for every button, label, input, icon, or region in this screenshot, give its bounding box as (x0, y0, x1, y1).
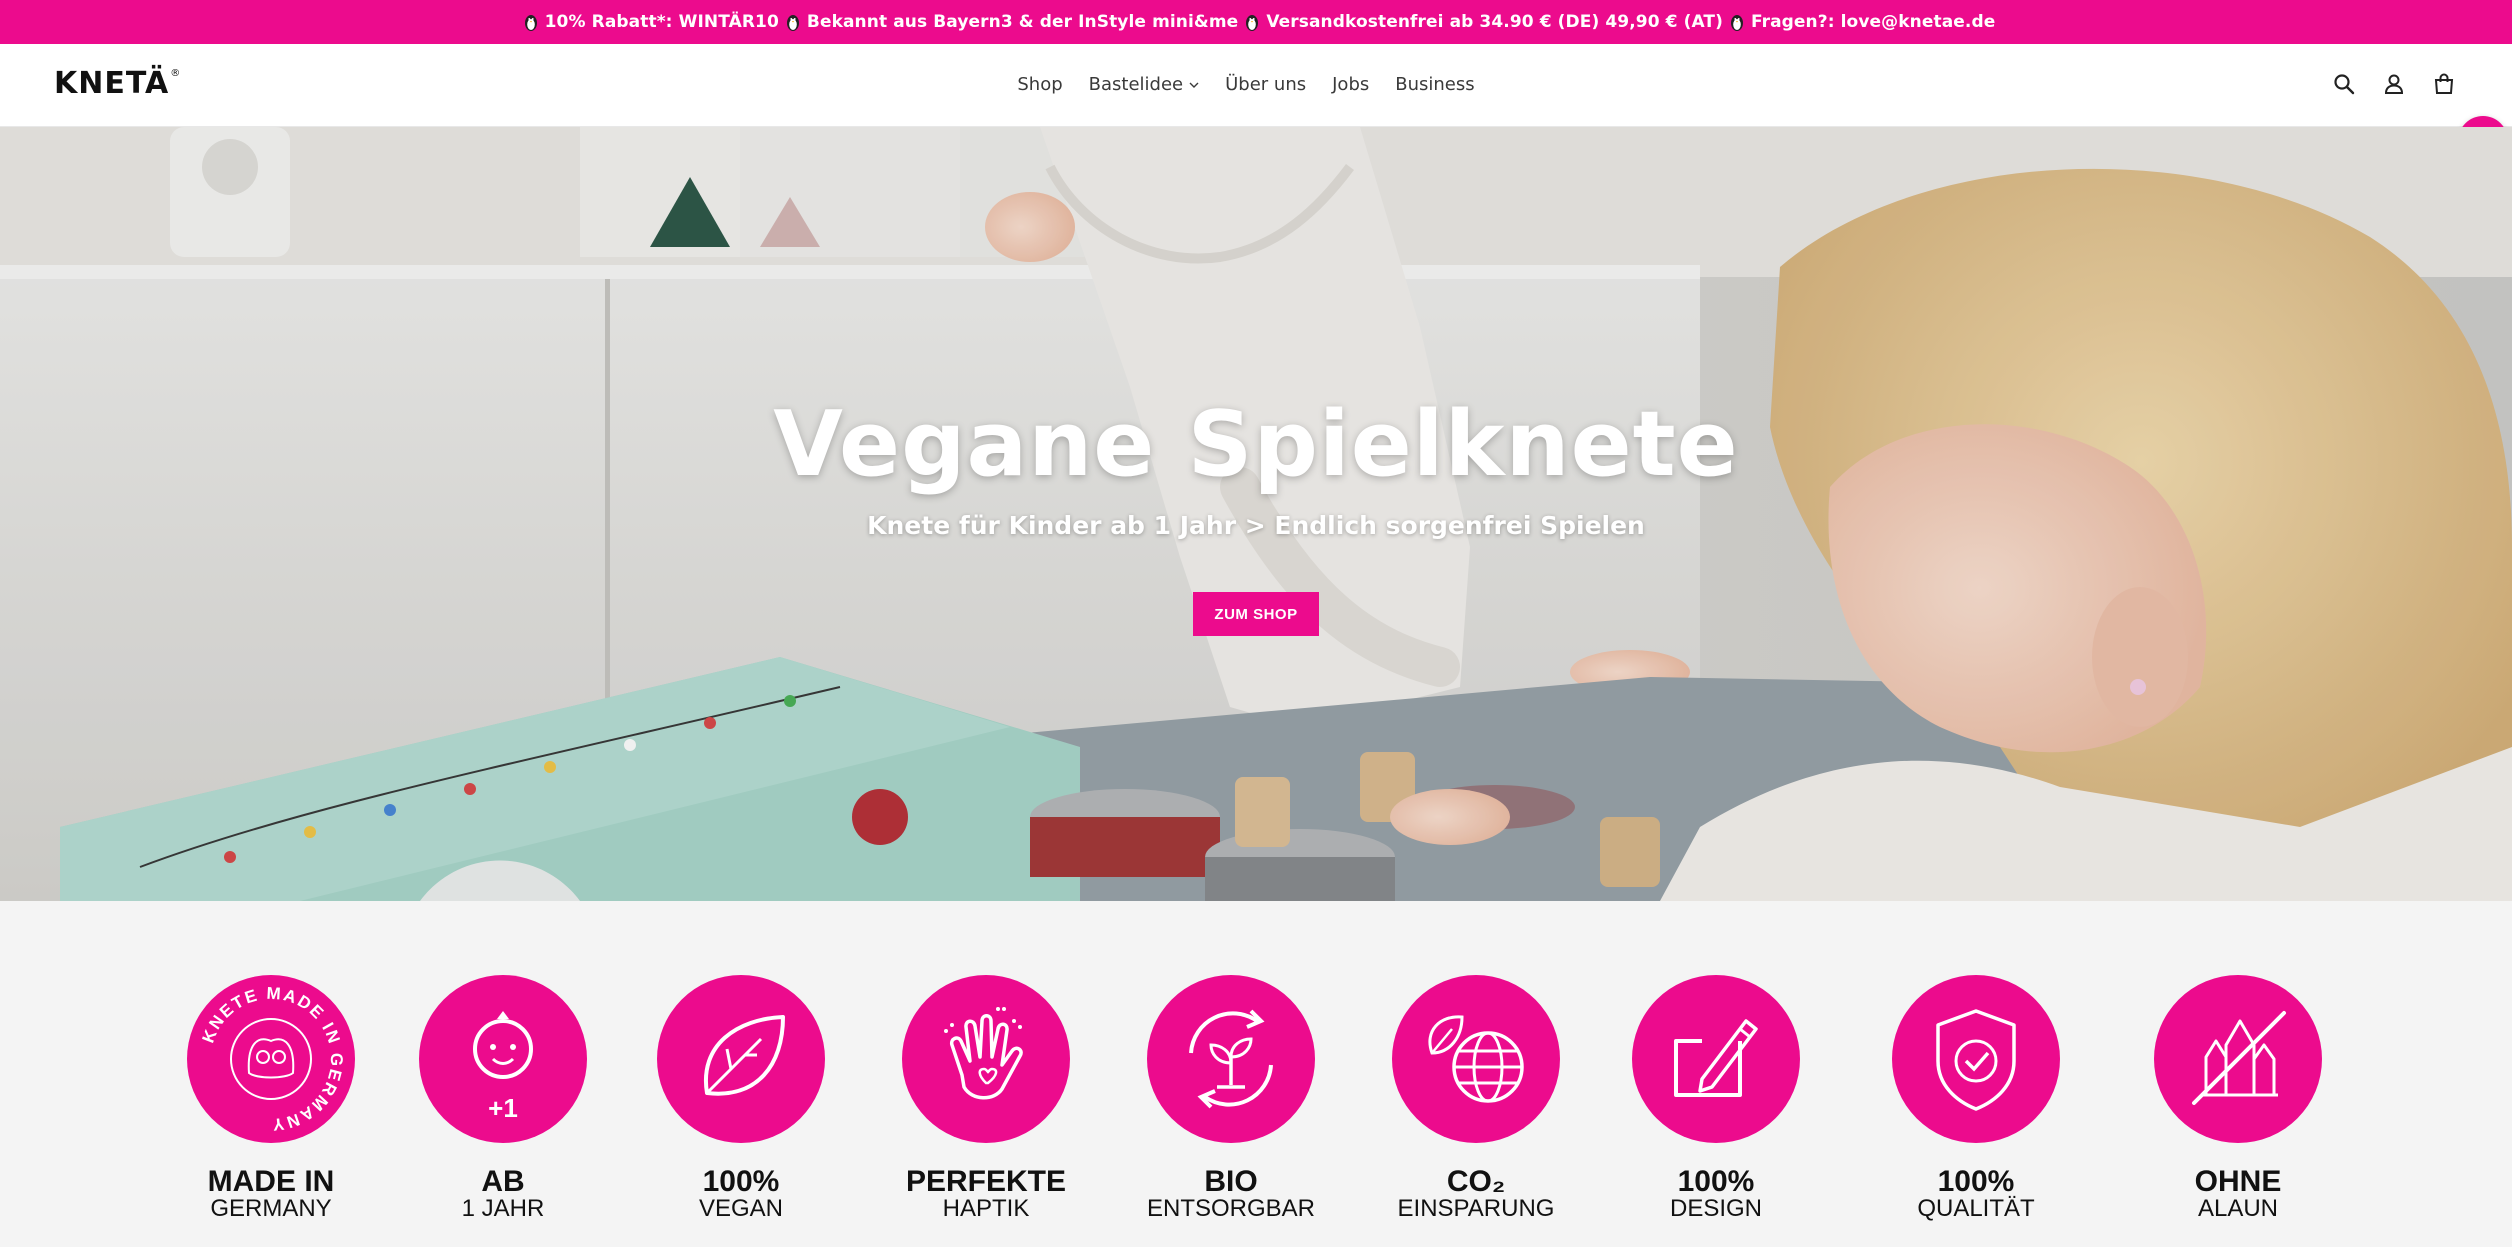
nav-jobs[interactable]: Jobs (1332, 74, 1369, 95)
feature-co2-einsparung: CO₂ EINSPARUNG (1361, 975, 1591, 1221)
main-nav: Shop Bastelidee Über uns Jobs Business (0, 74, 2512, 95)
logo-registered-mark: ® (170, 68, 182, 79)
feature-label-2: 1 JAHR (461, 1195, 545, 1222)
shop-button[interactable]: ZUM SHOP (1193, 592, 1319, 636)
feature-label-1: 100% (1677, 1165, 1755, 1198)
feature-bio-entsorgbar: BIO ENTSORGBAR (1116, 975, 1346, 1221)
hand-icon (902, 975, 1070, 1143)
feature-label-2: EINSPARUNG (1397, 1195, 1555, 1222)
nav-shop[interactable]: Shop (1017, 74, 1062, 95)
crystal-crossed-icon (2154, 975, 2322, 1143)
feature-qualitaet: 100% QUALITÄT (1861, 975, 2091, 1221)
feature-label-2: VEGAN (698, 1195, 784, 1222)
feature-label-2: HAPTIK (942, 1195, 1030, 1222)
feature-label-1: PERFEKTE (905, 1165, 1067, 1198)
feature-label-2: ALAUN (2197, 1195, 2279, 1222)
svg-text:+1: +1 (488, 1093, 518, 1123)
nav-ueber-uns[interactable]: Über uns (1225, 74, 1306, 95)
recycle-plant-icon (1147, 975, 1315, 1143)
penguin-icon (785, 12, 801, 32)
hero-subtitle: Knete für Kinder ab 1 Jahr > Endlich sor… (867, 511, 1645, 540)
announcement-shipping: Versandkostenfrei ab 34.90 € (DE) 49,90 … (1266, 12, 1723, 32)
feature-label-2: GERMANY (210, 1195, 332, 1222)
site-logo[interactable]: KNETÄ® (54, 66, 181, 101)
feature-label-1: 100% (1937, 1165, 2015, 1198)
cart-icon[interactable] (2432, 72, 2456, 96)
made-in-germany-icon: KNETE MADE IN GERMANY (187, 975, 355, 1143)
penguin-icon (1244, 12, 1260, 32)
hero-banner: Vegane Spielknete Knete für Kinder ab 1 … (0, 127, 2512, 901)
announcement-press: Bekannt aus Bayern3 & der InStyle mini&m… (806, 12, 1239, 32)
feature-label-1: BIO (1204, 1165, 1258, 1198)
nav-bastelidee-label: Bastelidee (1088, 74, 1184, 95)
feature-label-2: QUALITÄT (1917, 1195, 2035, 1222)
search-icon[interactable] (2332, 72, 2356, 96)
baby-icon: +1 (419, 975, 587, 1143)
feature-label-1: CO₂ (1446, 1165, 1506, 1198)
globe-leaf-icon (1392, 975, 1560, 1143)
feature-ohne-alaun: OHNE ALAUN (2123, 975, 2353, 1221)
feature-ab-1-jahr: +1 AB 1 JAHR (388, 975, 618, 1221)
announcement-discount: 10% Rabatt*: WINTÄR10 (544, 12, 779, 32)
feature-vegan: 100% VEGAN (626, 975, 856, 1221)
nav-bastelidee[interactable]: Bastelidee (1089, 74, 1199, 95)
announcement-bar: 10% Rabatt*: WINTÄR10 Bekannt aus Bayern… (0, 0, 2512, 44)
shield-check-icon (1892, 975, 2060, 1143)
feature-label-1: 100% (702, 1165, 780, 1198)
leaf-icon (657, 975, 825, 1143)
feature-made-in-germany: KNETE MADE IN GERMANY MADE IN GERMANY (156, 975, 386, 1221)
feature-label-2: ENTSORGBAR (1146, 1195, 1316, 1222)
design-pen-icon (1632, 975, 1800, 1143)
logo-text: KNETÄ (54, 66, 170, 101)
feature-label-1: AB (481, 1165, 525, 1198)
penguin-icon (1729, 12, 1745, 32)
header-icons (2332, 72, 2456, 96)
announcement-contact[interactable]: Fragen?: love@knetae.de (1751, 12, 1995, 32)
nav-business[interactable]: Business (1395, 74, 1474, 95)
hero-title: Vegane Spielknete (773, 392, 1739, 497)
feature-label-1: OHNE (2194, 1165, 2282, 1198)
penguin-icon (523, 12, 539, 32)
account-icon[interactable] (2382, 72, 2406, 96)
feature-design: 100% DESIGN (1601, 975, 1831, 1221)
site-header: KNETÄ® Shop Bastelidee Über uns Jobs Bus… (0, 44, 2512, 127)
feature-perfekte-haptik: PERFEKTE HAPTIK (871, 975, 1101, 1221)
chevron-down-icon (1189, 82, 1199, 88)
feature-label-2: DESIGN (1669, 1195, 1762, 1222)
features-row: KNETE MADE IN GERMANY MADE IN GERMANY +1… (0, 901, 2512, 1247)
feature-label-1: MADE IN (207, 1165, 335, 1198)
